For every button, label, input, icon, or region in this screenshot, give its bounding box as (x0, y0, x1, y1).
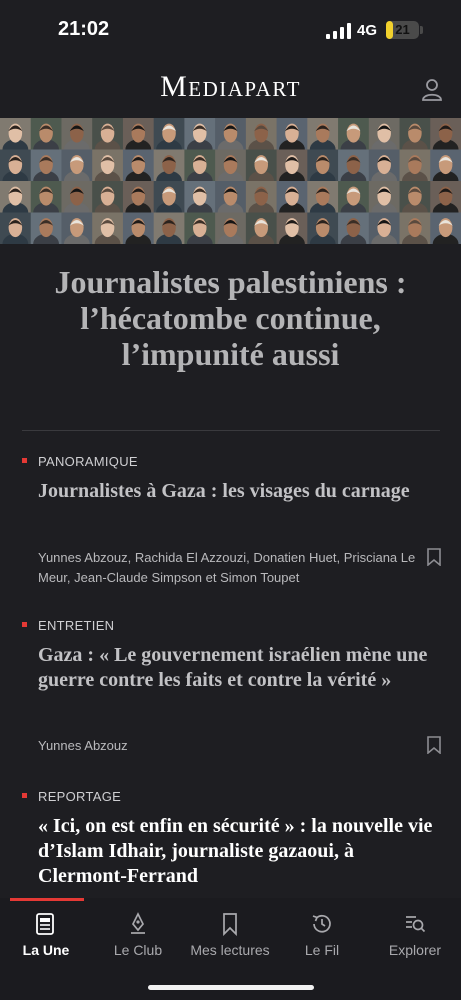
article-authors: Yunnes Abzouz, Rachida El Azzouzi, Donat… (38, 550, 416, 585)
hero-image-portrait-grid[interactable] (0, 118, 461, 244)
portrait-tile (153, 212, 185, 244)
article-authors: Yunnes Abzouz (38, 738, 128, 753)
app-header: Mediapart (0, 60, 461, 118)
portrait-tile (307, 212, 339, 244)
portrait-tile (276, 212, 308, 244)
portrait-mosaic (0, 118, 461, 244)
article-title[interactable]: Journalistes à Gaza : les visages du car… (38, 479, 438, 504)
portrait-tile (61, 212, 93, 244)
article-kicker: ENTRETIEN (38, 618, 115, 633)
tab-mes-lectures[interactable]: Mes lectures (184, 912, 276, 968)
portrait-tile (430, 212, 461, 244)
active-tab-indicator (10, 898, 84, 901)
newspaper-icon (36, 913, 54, 935)
tab-label: Le Fil (304, 942, 340, 958)
signal-icon (326, 23, 351, 39)
article-kicker: PANORAMIQUE (38, 454, 138, 469)
portrait-tile (0, 212, 32, 244)
bookmark-icon (223, 913, 237, 936)
tab-la-une[interactable]: La Une (0, 912, 92, 968)
portrait-tile (399, 212, 431, 244)
battery-percent: 21 (395, 22, 410, 37)
article-title[interactable]: Gaza : « Le gouvernement israélien mène … (38, 643, 438, 693)
portrait-tile (92, 212, 124, 244)
portrait-tile (215, 212, 247, 244)
tab-le-fil[interactable]: Le Fil (276, 912, 368, 968)
status-bar: 21:02 4G 21 (0, 0, 461, 60)
tab-label: Mes lectures (190, 942, 270, 958)
portrait-tile (338, 212, 370, 244)
battery-icon: 21 (386, 21, 419, 39)
mediapart-logo[interactable]: Mediapart (0, 70, 461, 104)
main-headline[interactable]: Journalistes palestiniens : l’hécatombe … (20, 264, 441, 372)
bookmark-icon[interactable] (427, 548, 441, 566)
profile-icon[interactable] (421, 78, 443, 102)
tab-label: Explorer (388, 942, 442, 958)
tab-label: La Une (22, 942, 70, 958)
network-label: 4G (357, 22, 378, 39)
portrait-tile (184, 212, 216, 244)
home-indicator (148, 985, 314, 990)
pen-nib-icon (131, 912, 145, 934)
bookmark-icon[interactable] (427, 736, 441, 754)
tab-label: Le Club (113, 942, 163, 958)
search-list-icon (406, 916, 426, 933)
clock-history-icon (312, 914, 331, 933)
status-time: 21:02 (58, 18, 110, 40)
portrait-tile (30, 212, 62, 244)
divider (22, 430, 440, 431)
battery-tip (420, 26, 423, 34)
article-kicker: REPORTAGE (38, 789, 122, 804)
portrait-tile (245, 212, 278, 244)
tab-le-club[interactable]: Le Club (92, 912, 184, 968)
article-title[interactable]: « Ici, on est enfin en sécurité » : la n… (38, 814, 438, 889)
portrait-tile (368, 212, 401, 244)
tab-explorer[interactable]: Explorer (369, 912, 461, 968)
portrait-tile (122, 212, 155, 244)
